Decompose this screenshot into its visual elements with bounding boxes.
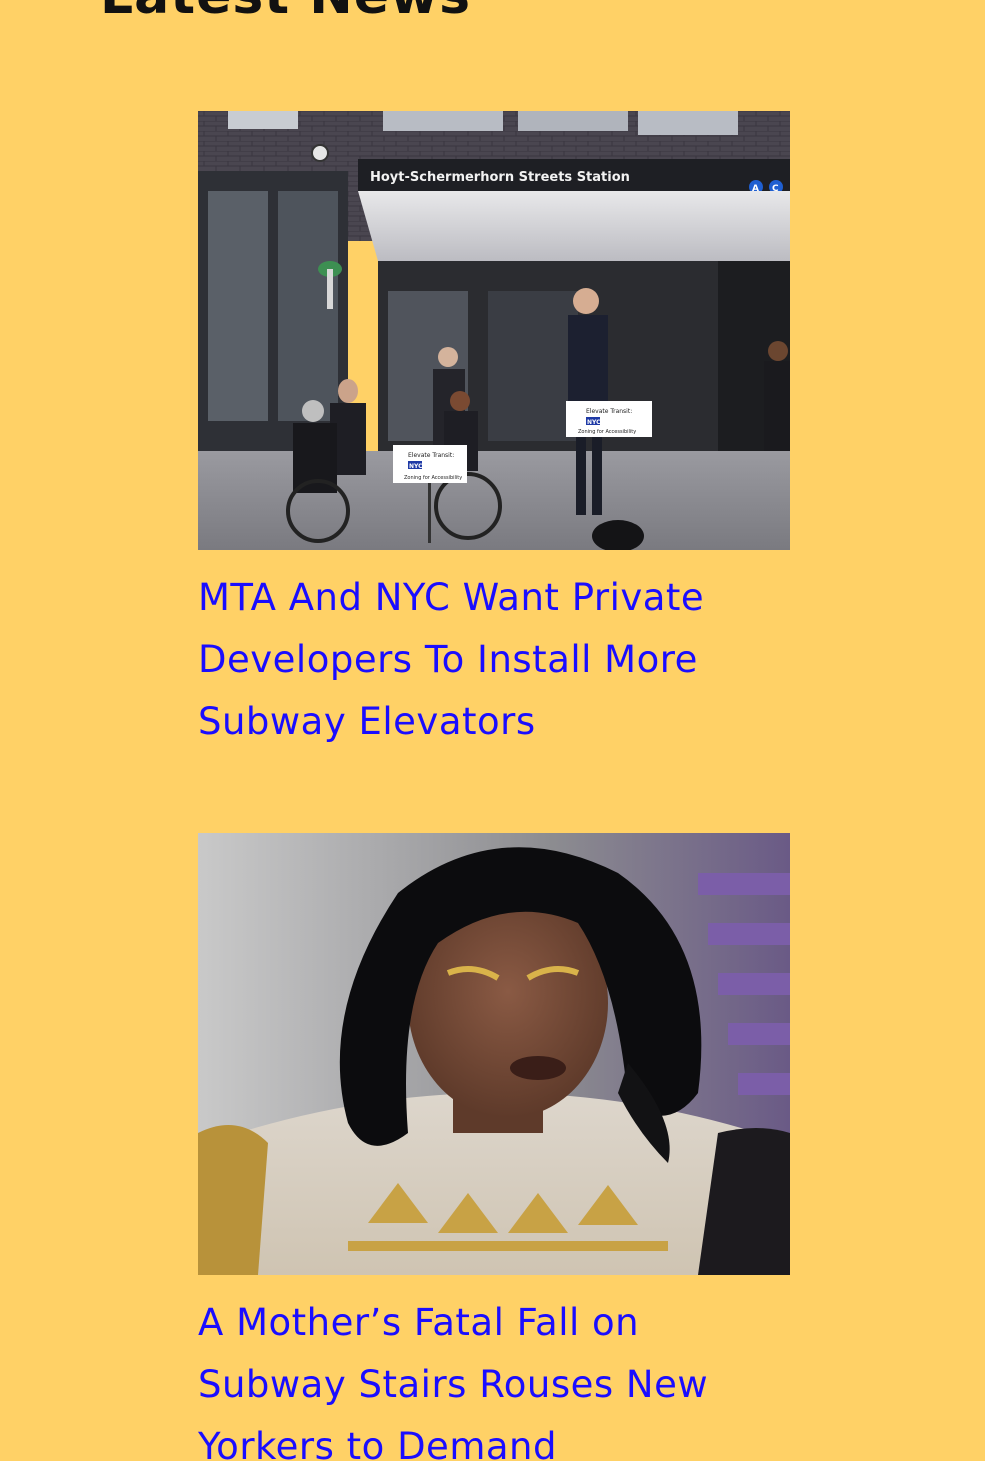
article-thumbnail[interactable] — [198, 833, 790, 1275]
svg-text:Elevate Transit:: Elevate Transit: — [586, 408, 632, 415]
article-thumbnail[interactable]: Hoyt-Schermerhorn Streets Station A C El… — [198, 111, 790, 550]
svg-text:NYC: NYC — [587, 419, 601, 426]
page: Latest News — [0, 0, 985, 1461]
svg-text:NYC: NYC — [409, 463, 423, 470]
svg-text:Elevate Transit:: Elevate Transit: — [408, 452, 454, 459]
article-headline-link[interactable]: A Mother’s Fatal Fall on Subway Stairs R… — [198, 1292, 790, 1461]
svg-text:Zoning for Accessibility: Zoning for Accessibility — [404, 475, 462, 481]
svg-text:Zoning for Accessibility: Zoning for Accessibility — [578, 429, 636, 435]
station-sign-text: Hoyt-Schermerhorn Streets Station — [370, 170, 630, 185]
article-card: A Mother’s Fatal Fall on Subway Stairs R… — [198, 833, 790, 1461]
article-card: Hoyt-Schermerhorn Streets Station A C El… — [198, 111, 790, 753]
article-image: Hoyt-Schermerhorn Streets Station A C El… — [198, 111, 790, 550]
article-image — [198, 833, 790, 1275]
section-title: Latest News — [100, 0, 471, 22]
article-headline-link[interactable]: MTA And NYC Want Private Developers To I… — [198, 567, 790, 753]
